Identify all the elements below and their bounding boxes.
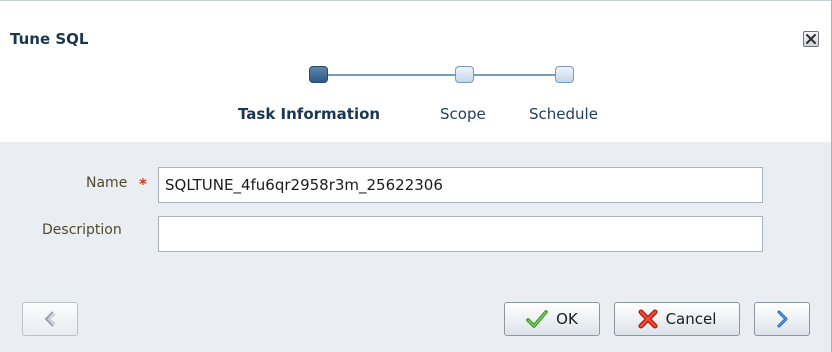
frame-top-border xyxy=(0,0,832,1)
cancel-button[interactable]: Cancel xyxy=(614,302,740,336)
ok-button[interactable]: OK xyxy=(504,302,600,336)
chevron-left-icon xyxy=(44,311,56,327)
train-connector-2 xyxy=(473,74,558,76)
checkmark-icon xyxy=(526,310,548,328)
tune-sql-dialog: Tune SQL Task Information Scope Schedule… xyxy=(0,0,832,352)
description-label: Description xyxy=(42,222,122,238)
train-stop-task-information[interactable] xyxy=(309,66,328,83)
close-button[interactable] xyxy=(803,31,819,47)
name-input[interactable] xyxy=(158,167,763,203)
description-input[interactable] xyxy=(158,216,763,252)
step-label-scope[interactable]: Scope xyxy=(440,105,486,123)
train-stop-schedule[interactable] xyxy=(555,66,574,83)
step-label-schedule[interactable]: Schedule xyxy=(529,105,598,123)
close-icon xyxy=(806,34,816,44)
back-button[interactable] xyxy=(22,302,78,336)
name-label: Name xyxy=(86,175,128,191)
next-button[interactable] xyxy=(754,302,810,336)
chevron-right-icon xyxy=(777,310,788,328)
cancel-label: Cancel xyxy=(665,310,717,328)
step-label-task-information[interactable]: Task Information xyxy=(238,105,380,123)
required-indicator: * xyxy=(139,175,147,193)
red-x-icon xyxy=(638,309,658,329)
dialog-title: Tune SQL xyxy=(10,30,89,48)
ok-label: OK xyxy=(556,310,578,328)
train-stop-scope[interactable] xyxy=(455,66,474,83)
train-connector-1 xyxy=(327,74,457,76)
